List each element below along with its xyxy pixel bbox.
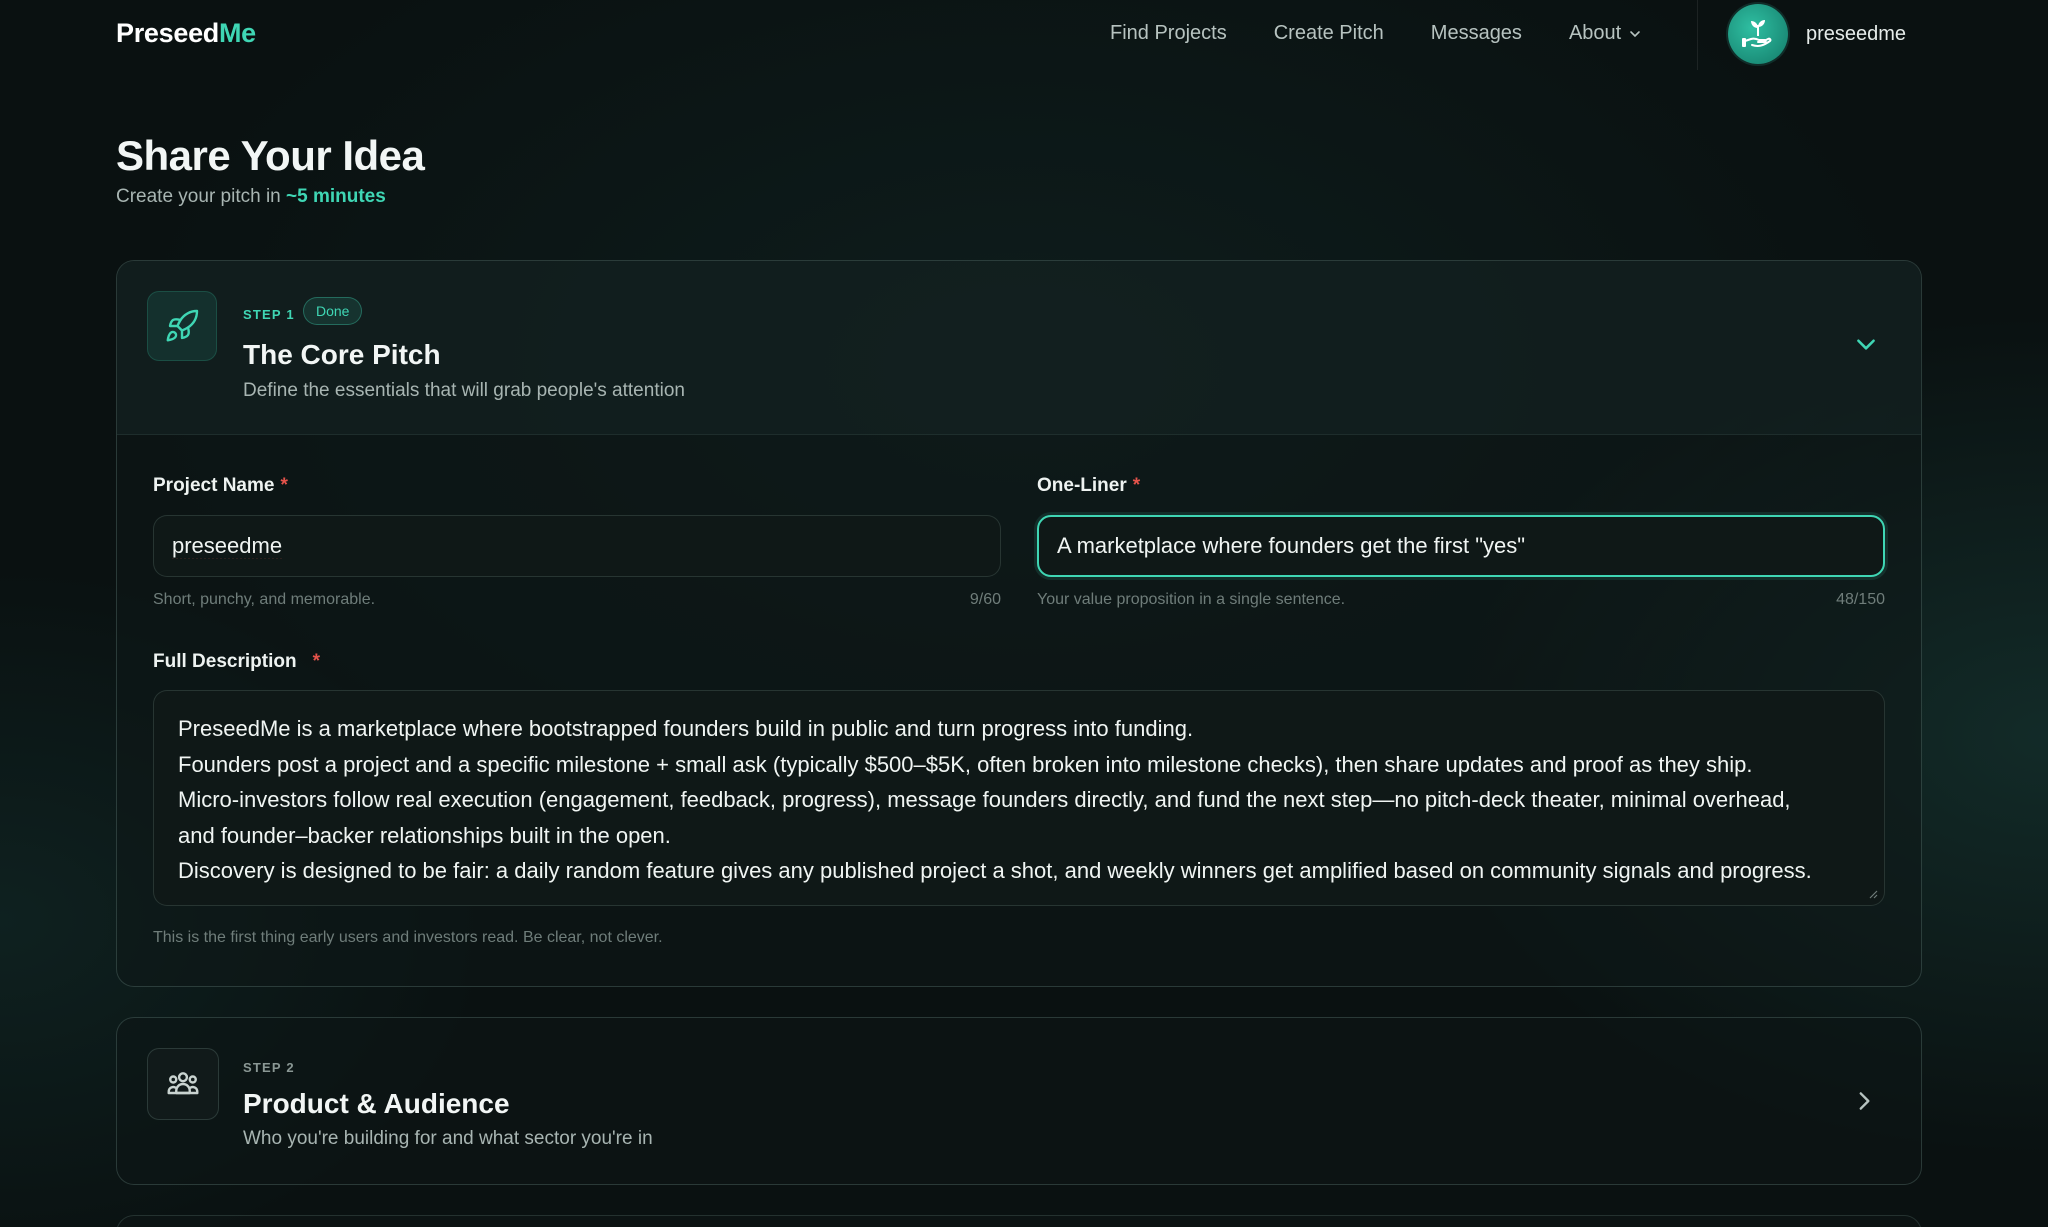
step-2-subtitle: Who you're building for and what sector … <box>243 1128 653 1149</box>
description-line: Discovery is designed to be fair: a dail… <box>178 858 1812 883</box>
page-subtitle: Create your pitch in ~5 minutes <box>116 186 386 208</box>
description-label: Full Description * <box>153 651 320 673</box>
expand-toggle[interactable] <box>1849 1086 1879 1116</box>
step-1-header[interactable]: STEP 1 Done The Core Pitch Define the es… <box>117 261 1921 435</box>
nav-link-about[interactable]: About <box>1569 22 1641 45</box>
step-2-icon-box <box>147 1048 219 1120</box>
one-liner-counter: 48/150 <box>1836 591 1885 608</box>
avatar <box>1728 4 1788 64</box>
description-label-text: Full Description <box>153 651 297 672</box>
collapse-toggle[interactable] <box>1851 329 1881 359</box>
top-nav: PreseedMe Find Projects Create Pitch Mes… <box>0 0 2048 70</box>
required-mark: * <box>1132 475 1141 496</box>
nav-links: Find Projects Create Pitch Messages Abou… <box>1110 22 1641 45</box>
time-estimate: ~5 minutes <box>286 186 386 207</box>
one-liner-hint: Your value proposition in a single sente… <box>1037 591 1346 608</box>
nav-link-label: About <box>1568 22 1622 44</box>
nav-divider <box>1697 0 1698 70</box>
nav-link-label: Find Projects <box>1110 22 1227 44</box>
one-liner-label-text: One-Liner <box>1037 475 1127 496</box>
step-2-label: STEP 2 <box>243 1060 295 1075</box>
chevron-right-icon <box>1859 1092 1870 1110</box>
step-2-title: Product & Audience <box>243 1088 510 1119</box>
nav-link-create-pitch[interactable]: Create Pitch <box>1274 22 1384 45</box>
step-1-card: STEP 1 Done The Core Pitch Define the es… <box>116 260 1922 987</box>
chevron-down-icon <box>1630 30 1641 37</box>
step-3-card[interactable] <box>116 1215 1922 1227</box>
required-mark: * <box>280 475 288 496</box>
seedling-hand-icon <box>1742 20 1772 47</box>
rocket-icon <box>166 309 199 342</box>
project-name-label-text: Project Name <box>153 475 275 496</box>
one-liner-input[interactable] <box>1037 515 1885 577</box>
project-name-label: Project Name * <box>153 475 288 497</box>
user-menu[interactable]: preseedme <box>1728 4 1906 64</box>
project-name-counter: 9/60 <box>969 591 1001 608</box>
username: preseedme <box>1806 22 1907 45</box>
nav-link-messages[interactable]: Messages <box>1431 22 1522 45</box>
step-1-label: STEP 1 <box>243 307 295 322</box>
description-line: PreseedMe is a marketplace where bootstr… <box>178 716 1194 741</box>
description-line: Micro-investors follow real execution (e… <box>178 787 1791 812</box>
project-name-input[interactable] <box>153 515 1001 577</box>
step-1-subtitle: Define the essentials that will grab peo… <box>243 380 685 401</box>
step-1-icon-box <box>147 291 217 361</box>
page-title: Share Your Idea <box>116 132 425 179</box>
one-liner-label: One-Liner * <box>1037 475 1140 497</box>
nav-link-find-projects[interactable]: Find Projects <box>1110 22 1227 45</box>
brand-name-accent: Me <box>218 18 256 48</box>
nav-link-label: Create Pitch <box>1273 22 1384 44</box>
step-1-title: The Core Pitch <box>243 339 441 370</box>
users-icon <box>167 1072 199 1095</box>
step-2-card[interactable]: STEP 2 Product & Audience Who you're bui… <box>116 1017 1922 1185</box>
nav-link-label: Messages <box>1430 22 1522 44</box>
chevron-down-icon <box>1857 339 1875 350</box>
description-textarea[interactable]: PreseedMe is a marketplace where bootstr… <box>153 690 1885 906</box>
project-name-hint: Short, punchy, and memorable. <box>153 591 376 608</box>
description-line: and founder–backer relationships built i… <box>178 822 671 848</box>
brand-logo[interactable]: PreseedMe <box>116 18 256 49</box>
resize-handle-icon[interactable] <box>1866 887 1878 899</box>
page-subtitle-prefix: Create your pitch in <box>116 186 287 207</box>
description-line: Founders post a project and a specific m… <box>178 751 1753 777</box>
required-mark: * <box>312 651 320 672</box>
brand-name-main: Preseed <box>116 18 219 48</box>
description-hint: This is the first thing early users and … <box>153 929 663 946</box>
status-badge: Done <box>303 297 363 325</box>
